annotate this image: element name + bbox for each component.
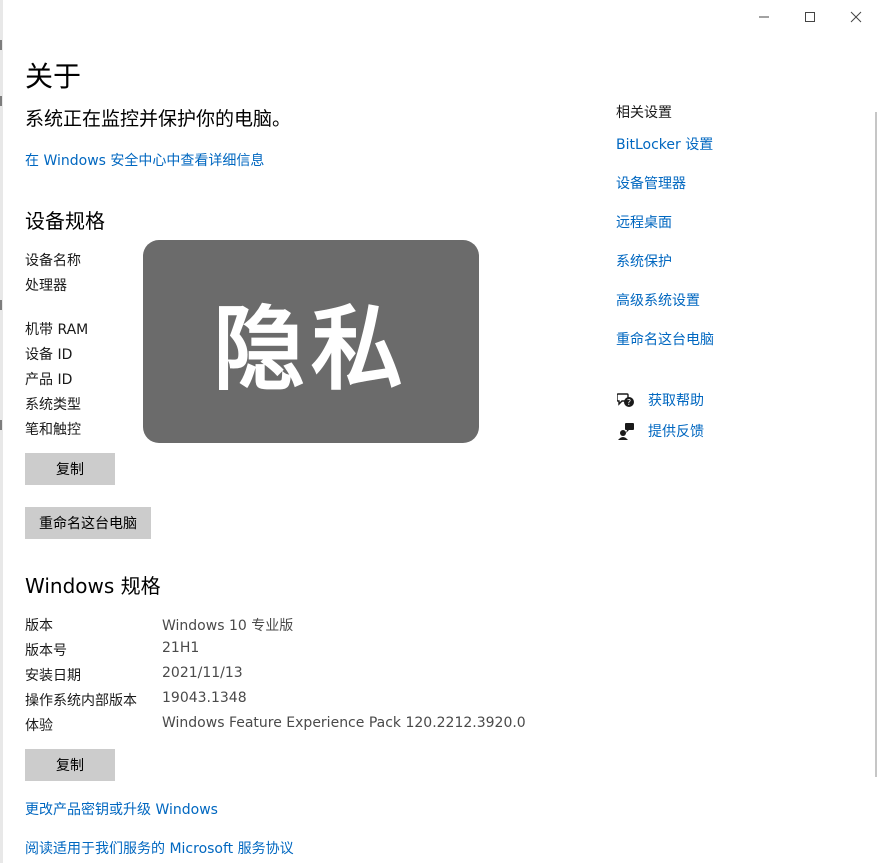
service-agreement-link[interactable]: 阅读适用于我们服务的 Microsoft 服务协议 <box>25 838 294 858</box>
maximize-icon <box>805 12 815 22</box>
feedback-row[interactable]: 提供反馈 <box>616 420 704 442</box>
svg-text:?: ? <box>627 398 631 407</box>
bitlocker-settings-link[interactable]: BitLocker 设置 <box>616 134 714 173</box>
spec-label: 设备 ID <box>25 347 73 363</box>
device-manager-link[interactable]: 设备管理器 <box>616 173 714 212</box>
protection-status-text: 系统正在监控并保护你的电脑。 <box>25 108 292 130</box>
window-controls <box>741 0 879 34</box>
spec-value: 19043.1348 <box>162 690 247 706</box>
spec-label: 操作系统内部版本 <box>25 693 137 709</box>
spec-value: 21H1 <box>162 640 200 656</box>
spec-label: 笔和触控 <box>25 422 81 438</box>
product-key-link[interactable]: 更改产品密钥或升级 Windows <box>25 799 218 819</box>
spec-label: 系统类型 <box>25 397 81 413</box>
maximize-button[interactable] <box>787 0 833 34</box>
spec-value: Windows Feature Experience Pack 120.2212… <box>162 715 526 731</box>
minimize-button[interactable] <box>741 0 787 34</box>
system-protection-link[interactable]: 系统保护 <box>616 251 714 290</box>
help-chat-icon: ? <box>616 391 636 409</box>
spec-value: Windows 10 专业版 <box>162 618 294 634</box>
edge-mark <box>0 420 2 430</box>
close-icon <box>850 11 862 23</box>
copy-device-specs-button[interactable]: 复制 <box>25 453 115 485</box>
spec-label: 设备名称 <box>25 253 81 269</box>
about-window: 关于 系统正在监控并保护你的电脑。 在 Windows 安全中心中查看详细信息 … <box>0 0 879 863</box>
spec-label: 版本 <box>25 618 53 634</box>
vertical-scrollbar[interactable] <box>875 112 877 777</box>
remote-desktop-link[interactable]: 远程桌面 <box>616 212 714 251</box>
get-help-link[interactable]: 获取帮助 <box>648 390 704 410</box>
spec-label: 产品 ID <box>25 372 73 388</box>
close-button[interactable] <box>833 0 879 34</box>
edge-mark <box>0 40 2 50</box>
get-help-row[interactable]: ? 获取帮助 <box>616 389 704 411</box>
advanced-system-settings-link[interactable]: 高级系统设置 <box>616 290 714 329</box>
windows-specs-title: Windows 规格 <box>25 574 161 598</box>
left-edge <box>0 0 3 863</box>
related-settings-title: 相关设置 <box>616 105 672 121</box>
device-specs-title: 设备规格 <box>25 209 105 233</box>
privacy-mask-text: 隐私 <box>212 296 409 403</box>
privacy-mask: 隐私 <box>143 240 479 443</box>
rename-pc-link[interactable]: 重命名这台电脑 <box>616 329 714 368</box>
security-center-link[interactable]: 在 Windows 安全中心中查看详细信息 <box>25 150 264 170</box>
spec-label: 安装日期 <box>25 668 81 684</box>
edge-mark <box>0 96 2 106</box>
spec-label: 机带 RAM <box>25 322 89 338</box>
feedback-icon <box>616 422 636 440</box>
minimize-icon <box>759 16 769 18</box>
copy-windows-specs-button[interactable]: 复制 <box>25 749 115 781</box>
edge-mark <box>0 300 2 310</box>
spec-label: 体验 <box>25 718 53 734</box>
related-settings: 相关设置 BitLocker 设置 设备管理器 远程桌面 系统保护 高级系统设置… <box>616 102 714 368</box>
feedback-link[interactable]: 提供反馈 <box>648 421 704 441</box>
spec-value: 2021/11/13 <box>162 665 243 681</box>
spec-label: 处理器 <box>25 278 67 294</box>
spec-label: 版本号 <box>25 643 67 659</box>
page-title: 关于 <box>25 60 82 93</box>
rename-pc-button[interactable]: 重命名这台电脑 <box>25 507 151 539</box>
